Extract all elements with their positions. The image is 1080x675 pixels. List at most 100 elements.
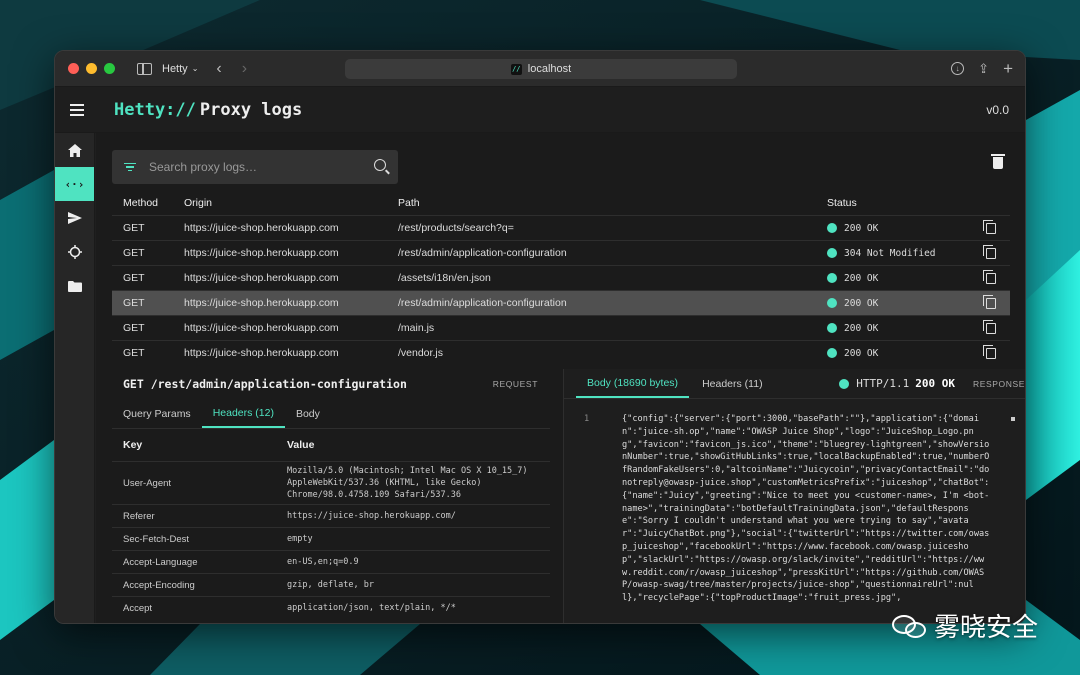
- header-value: Mozilla/5.0 (Macintosh; Intel Mac OS X 1…: [287, 466, 528, 500]
- copy-button[interactable]: [972, 294, 1010, 309]
- filter-icon[interactable]: [123, 162, 137, 172]
- back-arrow-icon[interactable]: ‹: [216, 60, 221, 78]
- col-key: Key: [123, 439, 143, 451]
- nav-home[interactable]: [55, 133, 94, 167]
- main-content: Search proxy logs… Method Origin Path St…: [96, 133, 1025, 623]
- header-key: Accept-Encoding: [123, 579, 195, 591]
- tab-response-1[interactable]: Headers (11): [691, 369, 774, 398]
- row-origin: https://juice-shop.herokuapp.com: [184, 222, 339, 234]
- header-row: Referer https://juice-shop.herokuapp.com/: [112, 504, 550, 527]
- header-key: Accept-Language: [123, 556, 198, 568]
- copy-button[interactable]: [972, 319, 1010, 334]
- browser-titlebar: Hetty ⌄ ‹ › // localhost ↓ ⇪ +: [55, 51, 1025, 87]
- search-input[interactable]: Search proxy logs…: [112, 150, 398, 184]
- status-dot: [839, 378, 850, 389]
- response-body-text: {"config":{"server":{"port":3000,"basePa…: [622, 414, 990, 604]
- menu-icon[interactable]: [70, 103, 84, 116]
- row-status: 200 OK: [827, 273, 972, 284]
- site-favicon-icon: //: [510, 63, 522, 75]
- copy-button[interactable]: [972, 219, 1010, 234]
- row-origin: https://juice-shop.herokuapp.com: [184, 272, 339, 284]
- copy-button[interactable]: [972, 269, 1010, 284]
- forward-arrow-icon[interactable]: ›: [242, 60, 247, 78]
- row-method: GET: [123, 222, 145, 234]
- nav-projects[interactable]: [55, 269, 94, 303]
- request-line: GET /rest/admin/application-configuratio…: [123, 377, 407, 391]
- search-icon[interactable]: [374, 159, 386, 171]
- request-title: GET /rest/admin/application-configuratio…: [112, 369, 550, 399]
- col-origin: Origin: [184, 197, 213, 209]
- tab-response-0[interactable]: Body (18690 bytes): [576, 369, 690, 398]
- copy-icon: [983, 219, 996, 234]
- code-icon: ‹·›: [64, 177, 85, 191]
- row-status: 200 OK: [827, 348, 972, 359]
- left-nav: ‹·›: [55, 133, 95, 623]
- url-text: localhost: [527, 63, 572, 75]
- header-value: en-US,en;q=0.9: [287, 557, 359, 567]
- header-value: empty: [287, 534, 313, 544]
- watermark-text: 雾晓安全: [934, 613, 1039, 643]
- row-origin: https://juice-shop.herokuapp.com: [184, 322, 339, 334]
- copy-button[interactable]: [972, 244, 1010, 259]
- table-row[interactable]: GET https://juice-shop.herokuapp.com/rest…: [112, 290, 1010, 315]
- header-key: Sec-Fetch-Dest: [123, 533, 189, 545]
- copy-icon: [983, 319, 996, 334]
- nav-scope[interactable]: [55, 235, 94, 269]
- response-body-editor[interactable]: 1 {"config":{"server":{"port":3000,"base…: [564, 413, 1017, 623]
- close-window-button[interactable]: [68, 63, 79, 74]
- table-row[interactable]: GET https://juice-shop.herokuapp.com/rest…: [112, 215, 1010, 240]
- copy-icon: [983, 294, 996, 309]
- row-path: /rest/admin/application-configuration: [398, 247, 567, 259]
- request-tabs: Query Params Headers (12) Body: [112, 399, 550, 429]
- tab-group-label: Hetty: [162, 62, 188, 75]
- delete-icon[interactable]: [991, 154, 1005, 169]
- header-row: Accept application/json, text/plain, */*: [112, 596, 550, 619]
- fullscreen-window-button[interactable]: [104, 63, 115, 74]
- nav-proxy-logs[interactable]: ‹·›: [55, 167, 94, 201]
- headers-table-header: Key Value: [112, 429, 550, 461]
- row-method: GET: [123, 347, 145, 359]
- copy-button[interactable]: [972, 344, 1010, 359]
- tab-request-0[interactable]: Query Params: [112, 399, 202, 428]
- watermark: 雾晓安全: [892, 607, 1038, 644]
- row-status: 200 OK: [827, 323, 972, 334]
- row-path: /vendor.js: [398, 347, 443, 359]
- tab-request-1[interactable]: Headers (12): [201, 399, 285, 428]
- scrollbar[interactable]: [1011, 417, 1015, 421]
- download-icon[interactable]: ↓: [951, 62, 965, 75]
- table-row[interactable]: GET https://juice-shop.herokuapp.com/rest…: [112, 240, 1010, 265]
- row-method: GET: [123, 322, 145, 334]
- row-status-text: 200 OK: [844, 222, 879, 234]
- app-header: Hetty://Proxy logs v0.0: [55, 87, 1025, 133]
- col-method: Method: [123, 197, 159, 209]
- response-tabs: Body (18690 bytes) Headers (11): [564, 369, 1025, 399]
- folder-icon: [67, 280, 82, 292]
- share-icon[interactable]: ⇪: [978, 61, 989, 77]
- address-bar[interactable]: // localhost: [345, 59, 737, 79]
- table-row[interactable]: GET https://juice-shop.herokuapp.com/vend…: [112, 340, 1010, 365]
- brand-logo: Hetty://: [114, 99, 196, 120]
- browser-window: Hetty ⌄ ‹ › // localhost ↓ ⇪ + Hetty://P…: [54, 50, 1026, 624]
- status-dot: [827, 298, 837, 308]
- row-status-text: 200 OK: [844, 347, 879, 359]
- row-method: GET: [123, 247, 145, 259]
- tab-request-2[interactable]: Body: [285, 399, 331, 428]
- header-row: User-Agent Mozilla/5.0 (Macintosh; Intel …: [112, 461, 550, 504]
- response-status-text: 200 OK: [915, 377, 955, 390]
- row-path: /main.js: [398, 322, 435, 334]
- copy-icon: [983, 244, 996, 259]
- header-key: Accept: [123, 602, 153, 614]
- table-body: GET https://juice-shop.herokuapp.com/rest…: [112, 215, 1010, 393]
- header-key: User-Agent: [123, 477, 172, 489]
- table-row[interactable]: GET https://juice-shop.herokuapp.com/asse…: [112, 265, 1010, 290]
- version-label: v0.0: [986, 102, 1009, 117]
- row-status: 200 OK: [827, 298, 972, 309]
- table-row[interactable]: GET https://juice-shop.herokuapp.com/main…: [112, 315, 1010, 340]
- new-tab-icon[interactable]: +: [1003, 59, 1013, 79]
- tab-group-selector[interactable]: Hetty ⌄: [162, 63, 198, 75]
- request-pane: GET /rest/admin/application-configuratio…: [112, 369, 550, 623]
- nav-sender[interactable]: [55, 201, 94, 235]
- row-origin: https://juice-shop.herokuapp.com: [184, 347, 339, 359]
- sidebar-toggle-icon[interactable]: [137, 62, 152, 75]
- minimize-window-button[interactable]: [86, 63, 97, 74]
